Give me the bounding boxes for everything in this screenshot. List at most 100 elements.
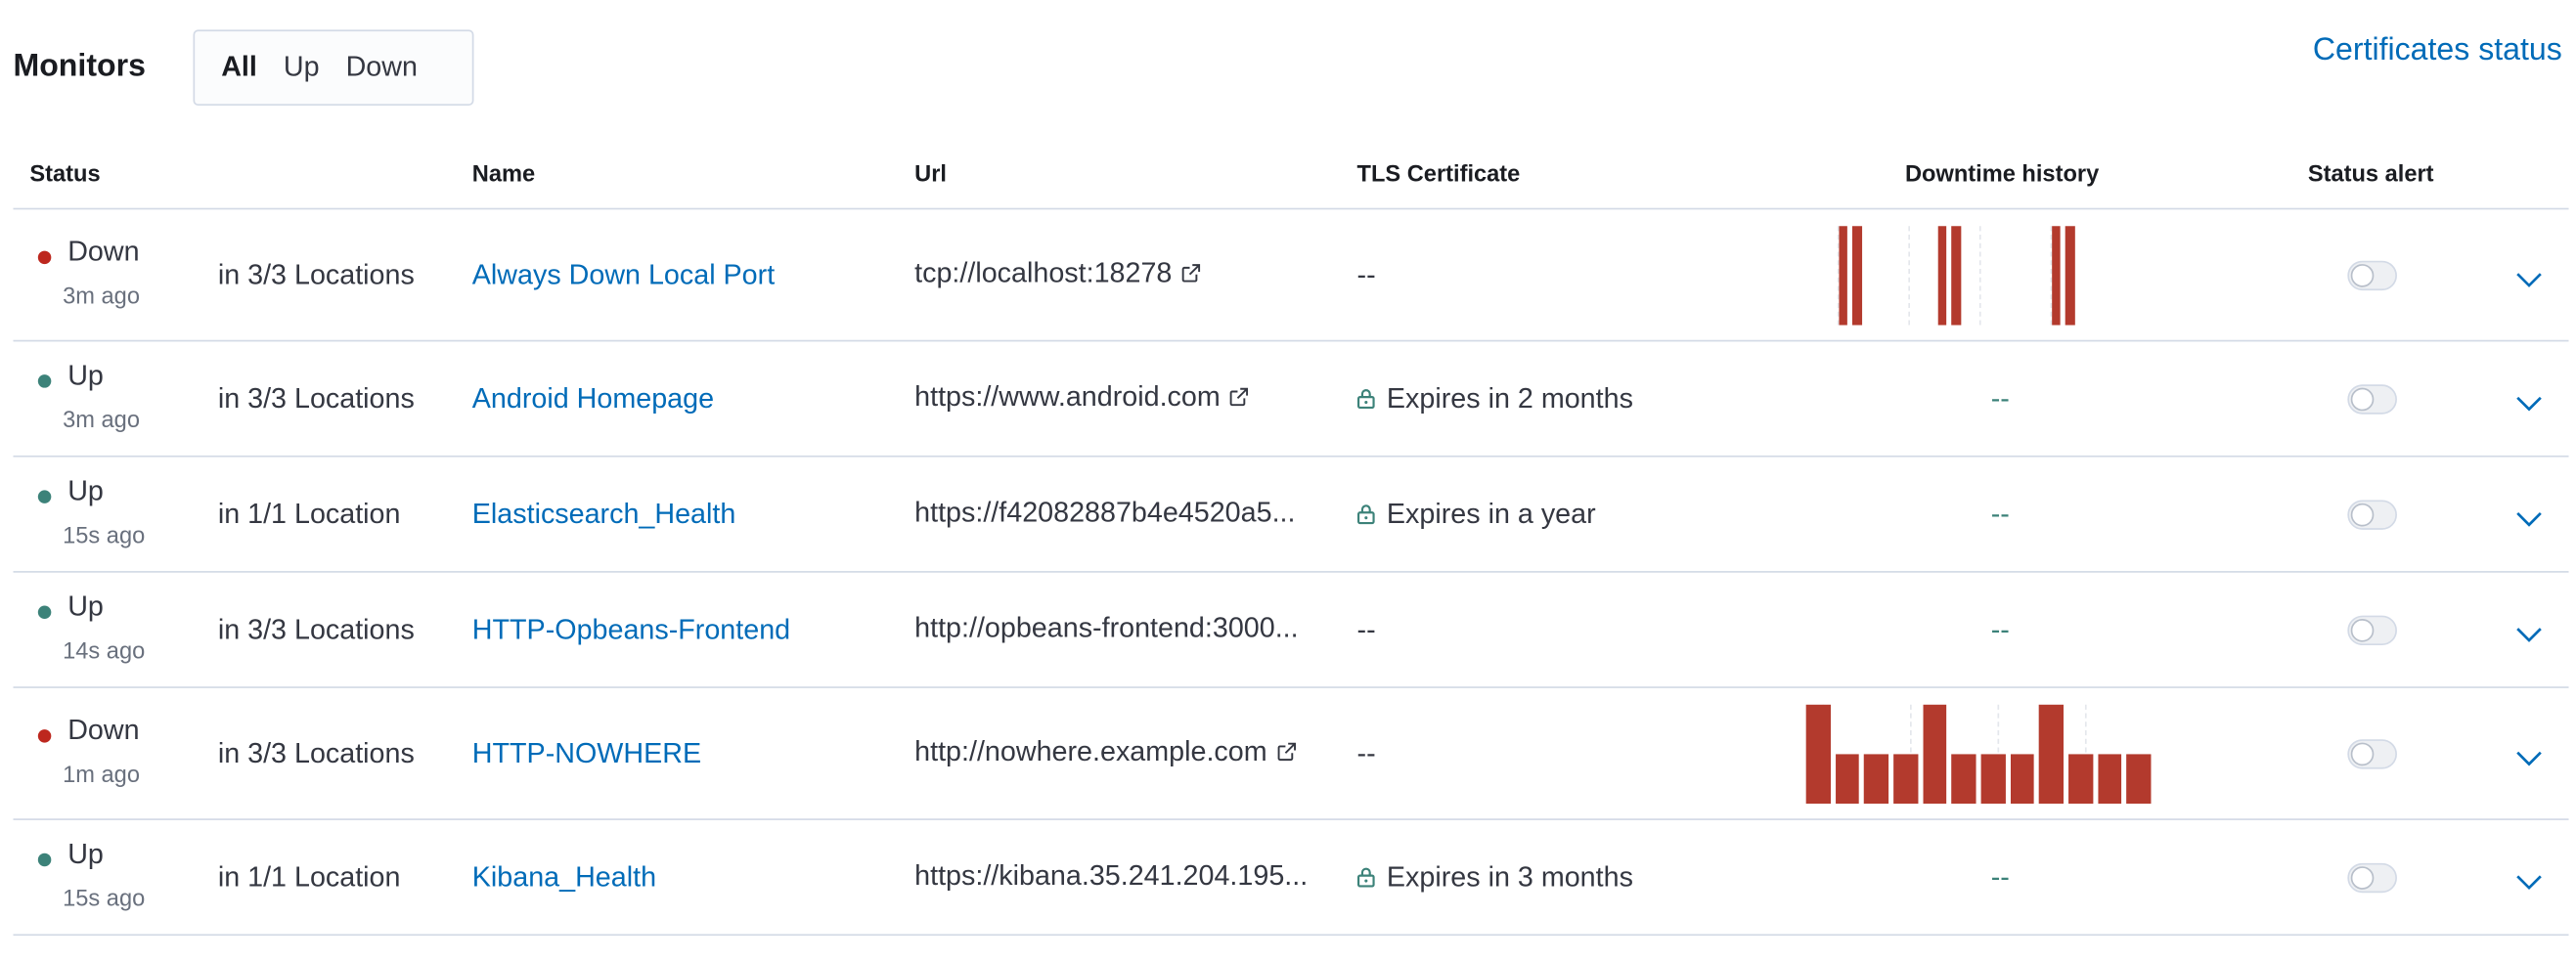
chevron-down-icon[interactable] <box>2516 869 2543 890</box>
downtime-history-empty: -- <box>1990 497 2010 530</box>
monitor-url-text: http://nowhere.example.com <box>914 735 1267 767</box>
column-header-url[interactable]: Url <box>914 160 947 187</box>
page-title: Monitors <box>13 49 146 85</box>
monitor-name-link[interactable]: Always Down Local Port <box>472 258 775 291</box>
downtime-history-empty: -- <box>1990 381 2010 414</box>
locations-count: in 3/3 Locations <box>217 381 415 414</box>
locations-count: in 1/1 Location <box>217 860 401 893</box>
status-alert-toggle[interactable] <box>2347 383 2397 414</box>
tls-certificate: -- <box>1357 613 1376 646</box>
lock-icon <box>1357 383 1376 409</box>
status-alert-toggle[interactable] <box>2347 614 2397 645</box>
monitor-name-link[interactable]: Elasticsearch_Health <box>472 498 736 531</box>
tls-certificate: -- <box>1357 258 1376 291</box>
downtime-history-chart[interactable] <box>1823 225 2107 325</box>
table-row: Up 15s ago in 1/1 Location Kibana_Health htt… <box>13 820 2569 937</box>
tls-certificate: -- <box>1357 737 1376 770</box>
status-timestamp: 3m ago <box>63 281 140 308</box>
status-timestamp: 15s ago <box>63 520 146 547</box>
locations-count: in 3/3 Locations <box>217 736 415 768</box>
monitor-name-link[interactable]: Kibana_Health <box>472 860 656 894</box>
downtime-history-chart[interactable] <box>1804 703 2154 804</box>
toggle-knob <box>2350 865 2375 889</box>
downtime-bar <box>1937 225 1947 325</box>
status-timestamp: 14s ago <box>63 635 146 663</box>
chevron-down-icon[interactable] <box>2516 622 2543 642</box>
column-header-downtime-history: Downtime history <box>1904 159 2100 187</box>
downtime-bar <box>1893 753 1918 804</box>
external-link-icon[interactable] <box>1228 382 1250 406</box>
column-header-tls: TLS Certificate <box>1356 159 1521 187</box>
column-header-status-alert: Status alert <box>2307 159 2434 187</box>
monitor-url: https://f42082887b4e4520a5... <box>914 496 1295 529</box>
external-link-icon[interactable] <box>1180 258 1202 282</box>
downtime-bar <box>2039 703 2064 804</box>
table-row: Up 3m ago in 3/3 Locations Android Homepage… <box>13 341 2569 458</box>
monitor-url[interactable]: https://www.android.com <box>914 380 1250 414</box>
tls-certificate: Expires in a year <box>1357 498 1596 531</box>
monitor-url: https://kibana.35.241.204.195... <box>914 859 1308 893</box>
monitor-name-link[interactable]: HTTP-Opbeans-Frontend <box>472 613 790 646</box>
monitor-name-link[interactable]: HTTP-NOWHERE <box>472 737 701 770</box>
status-dot-icon <box>37 249 52 264</box>
table-header: Status Name Url TLS Certificate Downtime… <box>13 146 2569 210</box>
column-header-status[interactable]: Status <box>29 160 100 187</box>
downtime-bar <box>2051 225 2061 325</box>
toggle-knob <box>2350 502 2375 526</box>
status-label: Up <box>67 474 104 506</box>
filter-all-button[interactable]: All <box>208 51 271 84</box>
monitor-url[interactable]: http://nowhere.example.com <box>914 735 1297 768</box>
status-label: Up <box>67 359 104 391</box>
status-alert-toggle[interactable] <box>2347 499 2397 530</box>
tls-certificate: Expires in 3 months <box>1357 860 1633 894</box>
monitor-url-text: https://kibana.35.241.204.195... <box>914 858 1309 891</box>
downtime-bar <box>1951 225 1962 325</box>
chevron-down-icon[interactable] <box>2516 505 2543 526</box>
status-filter-group: All Up Down <box>193 29 474 107</box>
status-alert-toggle[interactable] <box>2347 259 2397 290</box>
downtime-bar <box>1922 703 1947 804</box>
status-alert-toggle[interactable] <box>2347 738 2397 768</box>
downtime-bar <box>1980 753 2006 804</box>
certificates-status-link[interactable]: Certificates status <box>2313 33 2562 69</box>
status-dot-icon <box>37 604 52 619</box>
table-row: Up 14s ago in 3/3 Locations HTTP-Opbeans-Fr… <box>13 573 2569 688</box>
status-label: Down <box>67 714 140 746</box>
status-dot-icon <box>37 373 52 387</box>
status-label: Up <box>67 837 104 869</box>
downtime-bar <box>1805 703 1831 804</box>
monitor-url-text: https://f42082887b4e4520a5... <box>914 496 1296 528</box>
chevron-down-icon[interactable] <box>2516 267 2543 287</box>
history-gridline <box>1908 225 1911 325</box>
tls-certificate-text: -- <box>1356 613 1376 645</box>
tls-certificate-text: Expires in 2 months <box>1386 381 1633 414</box>
downtime-bar <box>1864 753 1889 804</box>
monitor-url: http://opbeans-frontend:3000... <box>914 611 1298 644</box>
downtime-bar <box>1852 225 1862 325</box>
tls-certificate-text: Expires in 3 months <box>1386 860 1633 893</box>
toggle-knob <box>2350 618 2375 641</box>
filter-down-button[interactable]: Down <box>333 51 430 84</box>
toggle-knob <box>2350 386 2375 411</box>
downtime-bar <box>2065 225 2075 325</box>
locations-count: in 1/1 Location <box>217 497 401 530</box>
lock-icon <box>1357 862 1376 887</box>
column-header-name[interactable]: Name <box>472 160 535 187</box>
monitor-url[interactable]: tcp://localhost:18278 <box>914 256 1202 289</box>
monitor-url-text: https://www.android.com <box>914 380 1221 413</box>
filter-up-button[interactable]: Up <box>270 51 333 84</box>
downtime-bar <box>2126 753 2152 804</box>
downtime-bar <box>2068 753 2093 804</box>
tls-certificate-text: -- <box>1356 736 1376 768</box>
chevron-down-icon[interactable] <box>2516 390 2543 411</box>
downtime-history-empty: -- <box>1990 613 2010 645</box>
downtime-bar <box>1951 753 1976 804</box>
downtime-history-empty: -- <box>1990 860 2010 893</box>
external-link-icon[interactable] <box>1275 737 1297 761</box>
monitor-name-link[interactable]: Android Homepage <box>472 382 714 415</box>
monitor-url-text: http://opbeans-frontend:3000... <box>914 611 1299 643</box>
status-alert-toggle[interactable] <box>2347 861 2397 893</box>
chevron-down-icon[interactable] <box>2516 745 2543 765</box>
monitor-url-text: tcp://localhost:18278 <box>914 256 1173 288</box>
table-row: Down 1m ago in 3/3 Locations HTTP-NOWHERE ht… <box>13 688 2569 820</box>
